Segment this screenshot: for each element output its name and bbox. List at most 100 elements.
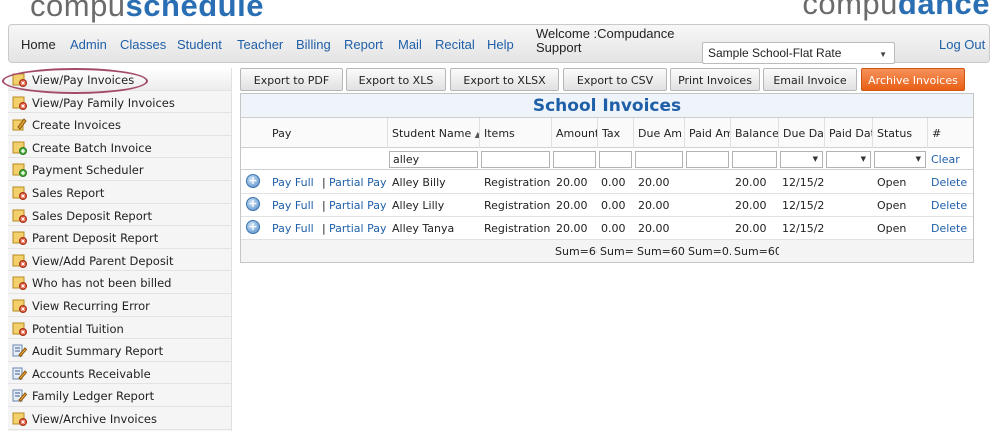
- sidebar-item-view-pay-invoices[interactable]: View/Pay Invoices: [8, 68, 231, 91]
- sidebar-item-accounts-receivable[interactable]: Accounts Receivable: [8, 362, 231, 385]
- sidebar-item-who-has-not-been-billed[interactable]: Who has not been billed: [8, 271, 231, 294]
- sidebar-item-create-invoices[interactable]: Create Invoices: [8, 113, 231, 136]
- logout-link[interactable]: Log Out: [939, 37, 985, 52]
- cell-student-name: Alley Billy: [392, 176, 446, 189]
- sidebar-item-family-ledger-report[interactable]: Family Ledger Report: [8, 384, 231, 407]
- invoice-tag-icon: [12, 298, 27, 313]
- export-xlsx-button[interactable]: Export to XLSX: [450, 68, 559, 91]
- table-row[interactable]: + Pay Full | Partial Pay Alley Billy Registra…: [241, 171, 973, 194]
- invoice-tag-icon: [12, 95, 27, 110]
- filter-status[interactable]: ▼: [874, 151, 926, 168]
- chevron-down-icon: ▼: [860, 155, 866, 163]
- filter-due-amount[interactable]: [635, 151, 683, 168]
- col-header-balance[interactable]: Balance: [731, 118, 779, 148]
- pay-full-link[interactable]: Pay Full: [272, 199, 314, 212]
- sidebar-item-label: Create Invoices: [32, 118, 121, 133]
- export-csv-button[interactable]: Export to CSV: [563, 68, 667, 91]
- sidebar-item-payment-scheduler[interactable]: Payment Scheduler: [8, 158, 231, 181]
- sidebar-item-view-archive-invoices[interactable]: View/Archive Invoices: [8, 407, 231, 430]
- edit-pencil-icon: [12, 117, 27, 132]
- filter-paid-date[interactable]: ▼: [826, 151, 871, 168]
- sidebar-item-parent-deposit-report[interactable]: Parent Deposit Report: [8, 226, 231, 249]
- pay-full-link[interactable]: Pay Full: [272, 222, 314, 235]
- col-header-student-name-label: Student Name: [392, 127, 472, 140]
- sidebar-item-label: Who has not been billed: [32, 276, 172, 291]
- nav-recital[interactable]: Recital: [435, 37, 475, 52]
- nav-mail[interactable]: Mail: [398, 37, 422, 52]
- invoice-tag-icon: [12, 411, 27, 426]
- sidebar-item-view-recurring-error[interactable]: View Recurring Error: [8, 294, 231, 317]
- table-row[interactable]: + Pay Full | Partial Pay Alley Tanya Registra…: [241, 217, 973, 240]
- sum-due-amount: Sum=60: [637, 245, 685, 258]
- export-pdf-button[interactable]: Export to PDF: [240, 68, 343, 91]
- sidebar-item-label: Sales Report: [32, 185, 105, 200]
- sum-paid-amount: Sum=0.: [688, 245, 731, 258]
- sidebar-item-label: View/Archive Invoices: [32, 411, 157, 426]
- export-xls-button[interactable]: Export to XLS: [346, 68, 446, 91]
- compudance-logo: compudance: [802, 0, 990, 21]
- col-header-due-date[interactable]: Due Dat: [779, 118, 825, 148]
- col-header-student-name[interactable]: Student Name ▲: [388, 118, 480, 148]
- partial-pay-link[interactable]: Partial Pay: [329, 199, 386, 212]
- filter-balance[interactable]: [732, 151, 777, 168]
- report-pencil-icon: [12, 388, 28, 403]
- nav-billing[interactable]: Billing: [296, 37, 331, 52]
- col-header-pay[interactable]: Pay: [241, 118, 388, 148]
- main-nav-bar: Home Admin Classes Student Teacher Billi…: [8, 24, 990, 64]
- col-header-amount[interactable]: Amount: [552, 118, 598, 148]
- compuschedule-logo: compuschedule: [30, 0, 264, 23]
- filter-tax[interactable]: [599, 151, 632, 168]
- expand-plus-icon[interactable]: +: [246, 174, 260, 188]
- pay-separator: |: [322, 176, 326, 189]
- delete-link[interactable]: Delete: [931, 199, 967, 212]
- filter-due-date[interactable]: ▼: [780, 151, 823, 168]
- delete-link[interactable]: Delete: [931, 222, 967, 235]
- col-header-tax[interactable]: Tax: [598, 118, 634, 148]
- delete-link[interactable]: Delete: [931, 176, 967, 189]
- cell-balance: 20.00: [735, 222, 767, 235]
- sidebar-item-label: Parent Deposit Report: [32, 231, 159, 246]
- filter-student-name[interactable]: alley: [389, 151, 478, 168]
- pay-full-link[interactable]: Pay Full: [272, 176, 314, 189]
- sidebar-item-sales-deposit-report[interactable]: Sales Deposit Report: [8, 204, 231, 227]
- sidebar-item-audit-summary-report[interactable]: Audit Summary Report: [8, 339, 231, 362]
- nav-home[interactable]: Home: [21, 37, 56, 52]
- cell-amount: 20.00: [556, 222, 588, 235]
- cell-status: Open: [877, 222, 907, 235]
- nav-admin[interactable]: Admin: [70, 37, 107, 52]
- col-header-paid-amount[interactable]: Paid Am: [685, 118, 731, 148]
- col-header-status[interactable]: Status: [873, 118, 928, 148]
- col-header-items[interactable]: Items: [480, 118, 552, 148]
- cell-tax: 0.00: [601, 176, 626, 189]
- nav-report[interactable]: Report: [344, 37, 383, 52]
- sidebar-item-sales-report[interactable]: Sales Report: [8, 181, 231, 204]
- email-invoice-button[interactable]: Email Invoice: [763, 68, 857, 91]
- sum-balance: Sum=60: [734, 245, 779, 258]
- col-header-paid-date[interactable]: Paid Dat: [825, 118, 873, 148]
- expand-plus-icon[interactable]: +: [246, 220, 260, 234]
- filter-items[interactable]: [481, 151, 550, 168]
- filter-amount[interactable]: [553, 151, 596, 168]
- sidebar-item-potential-tuition[interactable]: Potential Tuition: [8, 317, 231, 340]
- cell-balance: 20.00: [735, 176, 767, 189]
- nav-student[interactable]: Student: [177, 37, 222, 52]
- nav-classes[interactable]: Classes: [120, 37, 166, 52]
- invoice-tag-icon: [12, 253, 27, 268]
- nav-help[interactable]: Help: [487, 37, 514, 52]
- sidebar-item-view-add-parent-deposit[interactable]: View/Add Parent Deposit: [8, 249, 231, 272]
- archive-invoices-button[interactable]: Archive Invoices: [861, 68, 965, 91]
- expand-plus-icon[interactable]: +: [246, 197, 260, 211]
- school-select[interactable]: Sample School-Flat Rate ▼: [702, 42, 895, 64]
- sidebar-item-label: Accounts Receivable: [32, 366, 151, 381]
- col-header-due-amount[interactable]: Due Am: [634, 118, 685, 148]
- table-row[interactable]: + Pay Full | Partial Pay Alley Lilly Registra…: [241, 194, 973, 217]
- partial-pay-link[interactable]: Partial Pay: [329, 222, 386, 235]
- invoice-tag-icon: [12, 185, 27, 200]
- partial-pay-link[interactable]: Partial Pay: [329, 176, 386, 189]
- clear-filter-link[interactable]: Clear: [931, 153, 960, 166]
- nav-teacher[interactable]: Teacher: [237, 37, 283, 52]
- sidebar-item-create-batch-invoice[interactable]: Create Batch Invoice: [8, 136, 231, 159]
- filter-paid-amount[interactable]: [686, 151, 729, 168]
- sidebar-item-view-pay-family-invoices[interactable]: View/Pay Family Invoices: [8, 91, 231, 114]
- print-invoices-button[interactable]: Print Invoices: [670, 68, 760, 91]
